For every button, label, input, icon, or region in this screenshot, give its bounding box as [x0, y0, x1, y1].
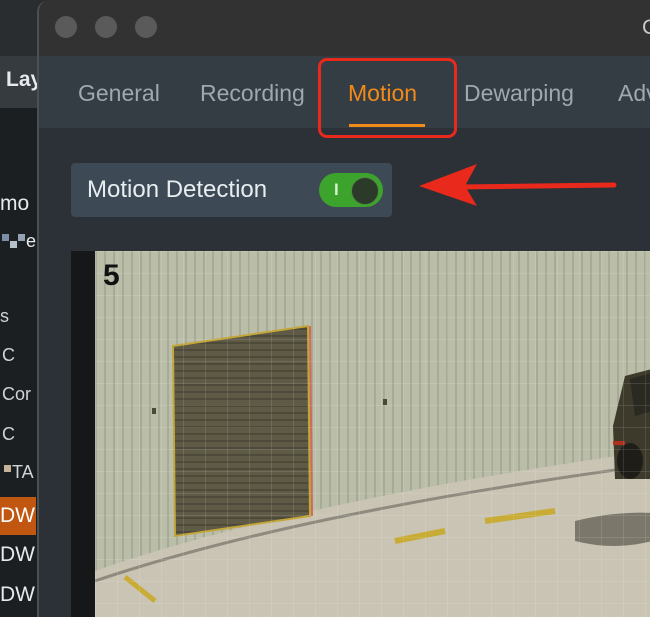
switch-knob [351, 177, 379, 205]
bg-list-item-demo[interactable]: mo [0, 192, 29, 216]
bg-list-item-camera-4[interactable]: TA [12, 462, 34, 483]
background-toolbar: Lay [0, 56, 42, 108]
close-window-button[interactable] [55, 16, 77, 38]
motion-preview-frame: 5 [71, 251, 650, 617]
bg-list-item-3[interactable]: s [0, 306, 9, 327]
motion-detection-control: Motion Detection I [71, 163, 392, 217]
bg-list-item-camera-3[interactable]: C [2, 424, 15, 445]
camera-number-label: 5 [103, 259, 120, 292]
pixelated-thumbnail-icon [18, 234, 25, 241]
minimize-window-button[interactable] [95, 16, 117, 38]
zoom-window-button[interactable] [135, 16, 157, 38]
bg-list-item-camera-1[interactable]: C [2, 345, 15, 366]
bg-list-item-selected[interactable]: DW [0, 497, 36, 535]
motion-detection-label: Motion Detection [87, 176, 268, 203]
bg-list-item-dw-3[interactable]: DW [0, 583, 35, 607]
camera-preview-image[interactable] [95, 251, 650, 617]
pixelated-thumbnail-icon [2, 234, 9, 241]
dialog-title: C [642, 16, 650, 40]
bg-list-item-2[interactable]: e [26, 231, 36, 252]
tab-general[interactable]: General [78, 80, 160, 107]
tab-recording[interactable]: Recording [200, 80, 305, 107]
bg-list-item-dw-2[interactable]: DW [0, 543, 35, 567]
pixelated-thumbnail-icon [10, 241, 17, 248]
annotation-highlight-box [318, 58, 457, 138]
switch-on-mark: I [334, 180, 339, 199]
dialog-titlebar: C [39, 0, 650, 56]
camera-settings-dialog: C General Recording Motion Dewarping Adv… [37, 0, 650, 617]
motion-detection-toggle[interactable]: I [319, 173, 383, 207]
bg-list-item-camera-2[interactable]: Cor [2, 384, 31, 405]
settings-tab-bar: General Recording Motion Dewarping Adv [39, 56, 650, 138]
tab-advanced[interactable]: Adv [618, 80, 650, 107]
pixelated-thumbnail-icon [4, 465, 11, 472]
annotation-arrow-icon [419, 164, 617, 206]
tab-dewarping[interactable]: Dewarping [464, 80, 574, 107]
